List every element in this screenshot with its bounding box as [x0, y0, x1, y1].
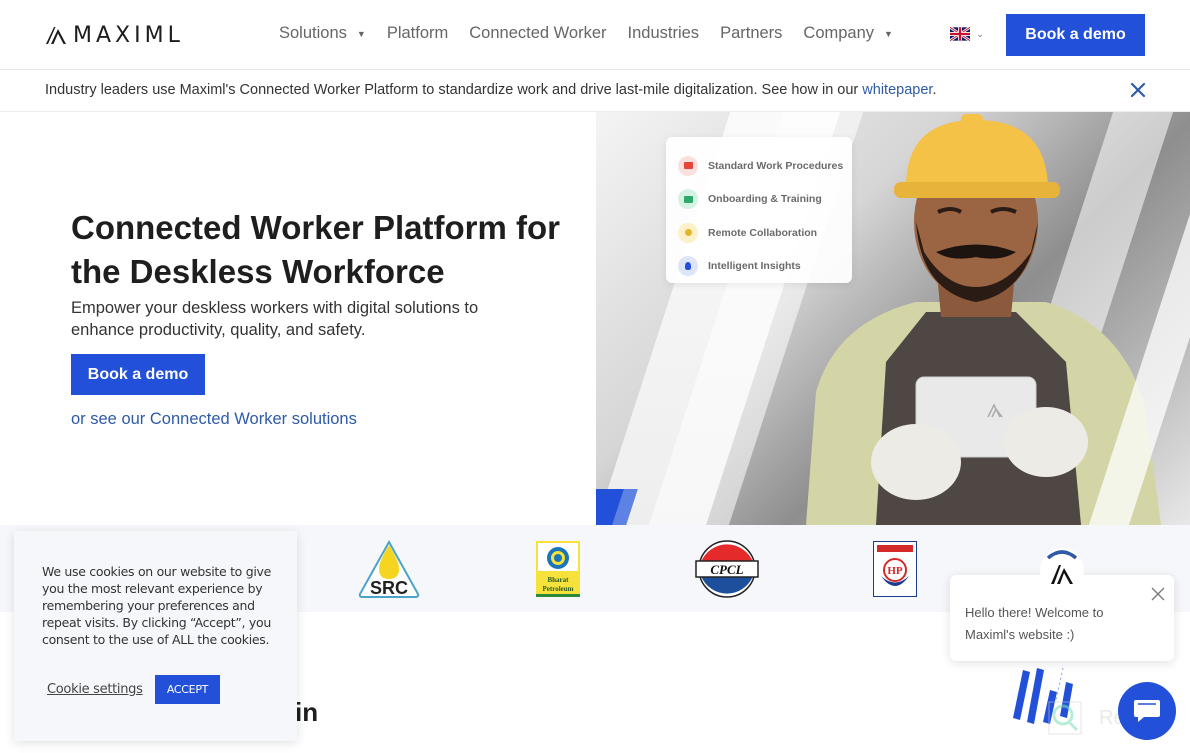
announcement-bar: Industry leaders use Maximl's Connected … [0, 71, 1190, 112]
chat-launcher-button[interactable] [1118, 682, 1176, 740]
hero-image: Standard Work Procedures Onboarding & Tr… [596, 112, 1190, 525]
nav-connected-worker[interactable]: Connected Worker [469, 24, 606, 43]
lightbulb-icon [678, 256, 698, 277]
src-logo: SRC [358, 539, 420, 598]
nav-company-label: Company [803, 24, 875, 42]
hp-logo: HP [873, 541, 917, 597]
feature-item: Standard Work Procedures [678, 149, 844, 183]
maximl-avatar-icon [1046, 550, 1078, 584]
nav-company[interactable]: Company ▼ [803, 24, 893, 43]
cpcl-logo-text: CPCL [710, 562, 743, 577]
logo-text: MAXIML [73, 22, 184, 48]
uk-flag-icon [950, 27, 970, 41]
main-nav: Solutions ▼ Platform Connected Worker In… [279, 24, 914, 43]
feature-item: Intelligent Insights [678, 250, 840, 284]
chat-greeting-line2: Maximl's website :) [965, 627, 1075, 642]
announcement-message: Industry leaders use Maximl's Connected … [45, 82, 863, 98]
link-prefix: or see our [71, 410, 150, 428]
nav-industries-label: Industries [627, 24, 700, 42]
header-book-demo-button[interactable]: Book a demo [1006, 14, 1145, 56]
chat-icon [1134, 700, 1160, 722]
search-magnifier-icon [1048, 701, 1082, 735]
cookie-settings-link[interactable]: Cookie settings [47, 682, 143, 697]
feature-item: Remote Collaboration [678, 216, 840, 250]
hp-logo-text: HP [887, 565, 903, 577]
nav-platform-label: Platform [386, 24, 449, 42]
chat-agent-avatar [1040, 548, 1084, 592]
maximl-logo[interactable]: MAXIML [45, 22, 184, 48]
nav-solutions-label: Solutions [279, 24, 347, 42]
feature-label: Onboarding & Training [708, 193, 822, 206]
nav-platform[interactable]: Platform [387, 24, 448, 43]
caret-down-icon: ▼ [356, 28, 366, 39]
src-logo-text: SRC [370, 578, 408, 598]
close-announcement-icon[interactable] [1129, 81, 1147, 99]
network-icon [678, 222, 698, 243]
link-label: Connected Worker solutions [149, 410, 357, 428]
bharat-logo-line1: Bharat [548, 576, 570, 584]
whitepaper-link[interactable]: whitepaper [862, 82, 932, 98]
chat-greeting-text: Hello there! Welcome to Maximl's website… [965, 602, 1145, 646]
announcement-text: Industry leaders use Maximl's Connected … [45, 82, 936, 98]
maximl-logo-mark-icon [46, 27, 66, 44]
hero-title: Connected Worker Platform for the Deskle… [71, 209, 560, 290]
hero-book-demo-button[interactable]: Book a demo [71, 354, 205, 395]
section-heading: in [295, 697, 319, 727]
nav-industries[interactable]: Industries [628, 24, 700, 43]
language-selector[interactable]: ⌄ [950, 27, 984, 41]
nav-partners-label: Partners [720, 24, 783, 42]
chat-greeting-line1: Hello there! Welcome to [965, 605, 1104, 620]
hero-subtitle: Empower your deskless workers with digit… [71, 299, 479, 339]
close-chat-icon[interactable] [1151, 587, 1165, 601]
announcement-suffix: . [932, 82, 937, 98]
feature-label: Standard Work Procedures [708, 159, 844, 172]
site-header: MAXIML Solutions ▼ Platform Connected Wo… [0, 0, 1190, 70]
nav-connected-worker-label: Connected Worker [469, 24, 607, 42]
feature-label: Intelligent Insights [708, 260, 801, 273]
presentation-icon [678, 189, 698, 210]
feature-item: Onboarding & Training [678, 183, 840, 217]
chevron-down-icon: ⌄ [976, 28, 985, 40]
nav-solutions[interactable]: Solutions ▼ [279, 24, 366, 43]
cookie-accept-button[interactable]: ACCEPT [155, 675, 220, 704]
cpcl-logo: CPCL [695, 540, 759, 598]
bharat-logo-line2: Petroleum [543, 585, 574, 593]
feature-label: Remote Collaboration [708, 226, 818, 239]
nav-partners[interactable]: Partners [720, 24, 782, 43]
briefcase-icon [678, 155, 698, 176]
caret-down-icon: ▼ [884, 28, 893, 39]
cookie-message: We use cookies on our website to give yo… [42, 564, 271, 647]
cookie-consent-banner: We use cookies on our website to give yo… [14, 531, 297, 741]
bharat-petroleum-logo: Bharat Petroleum [536, 541, 580, 597]
feature-card: Standard Work Procedures Onboarding & Tr… [666, 137, 852, 283]
connected-worker-solutions-link[interactable]: or see our Connected Worker solutions [71, 410, 357, 429]
